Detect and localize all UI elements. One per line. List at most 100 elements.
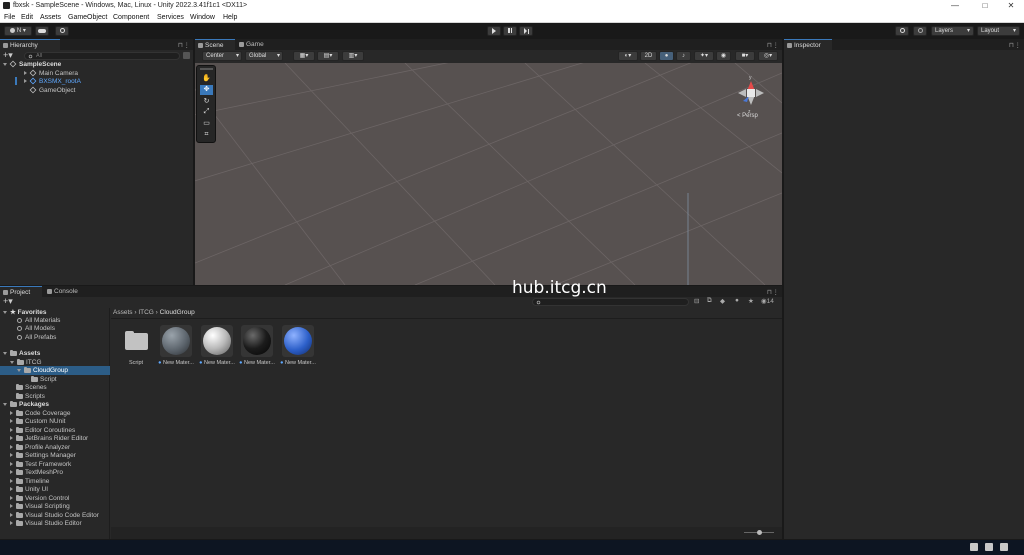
camera-dropdown[interactable]: ■▾	[735, 51, 755, 61]
menu-component[interactable]: Component	[113, 14, 149, 21]
package-item[interactable]: Visual Scripting	[10, 502, 70, 511]
more-options-icon[interactable]: ⋮	[773, 288, 780, 296]
favorite-all-prefabs[interactable]: All Prefabs	[17, 333, 56, 342]
expand-icon[interactable]	[10, 419, 13, 424]
account-dropdown[interactable]: N ▾	[4, 26, 32, 36]
expand-icon[interactable]	[10, 462, 13, 467]
2d-toggle[interactable]: 2D	[640, 51, 657, 61]
grid-snapping-button[interactable]: ▦▾	[293, 51, 315, 61]
breadcrumb-cloudgroup[interactable]: CloudGroup	[160, 309, 195, 316]
expand-icon[interactable]	[10, 496, 13, 501]
asset-store-icon[interactable]: ◆	[720, 297, 725, 305]
tab-scene[interactable]: Scene	[195, 39, 235, 50]
projection-label[interactable]: < Persp	[737, 113, 758, 119]
menu-edit[interactable]: Edit	[21, 14, 33, 21]
expand-icon[interactable]	[10, 487, 13, 492]
expand-icon[interactable]	[3, 310, 7, 314]
maximize-button[interactable]: □	[972, 1, 998, 11]
menu-window[interactable]: Window	[190, 14, 215, 21]
expand-icon[interactable]	[17, 368, 21, 372]
asset-material[interactable]: ● New Mater...	[157, 325, 195, 371]
tray-icon[interactable]	[985, 543, 993, 551]
audio-toggle[interactable]: ♪	[676, 51, 691, 61]
step-button[interactable]	[519, 26, 533, 36]
snap-increment-button[interactable]: ▤▾	[317, 51, 339, 61]
more-options-icon[interactable]: ⋮	[773, 41, 780, 49]
move-tool-icon[interactable]: ✥	[200, 85, 213, 95]
search-button[interactable]	[913, 26, 927, 36]
package-item[interactable]: Settings Manager	[10, 451, 76, 460]
assets-root[interactable]: Assets	[3, 349, 40, 358]
expand-icon[interactable]	[10, 411, 13, 416]
play-button[interactable]	[487, 26, 501, 36]
tray-icon[interactable]	[1000, 543, 1008, 551]
lock-icon[interactable]: ⊓	[178, 41, 183, 49]
more-options-icon[interactable]: ⋮	[1015, 41, 1022, 49]
star-icon[interactable]: ★	[748, 297, 754, 305]
tab-hierarchy[interactable]: Hierarchy	[0, 39, 60, 50]
hand-tool-icon[interactable]: ✋	[200, 74, 213, 84]
asset-material[interactable]: ● New Mater...	[198, 325, 236, 371]
layout-dropdown[interactable]: Layout ▾	[977, 26, 1020, 36]
filter-icon[interactable]	[183, 52, 190, 59]
scene-row[interactable]: SampleScene	[3, 60, 61, 69]
expand-icon[interactable]	[10, 453, 13, 458]
space-dropdown[interactable]: Global ▾	[245, 51, 283, 61]
menu-services[interactable]: Services	[157, 14, 184, 21]
services-button[interactable]	[55, 26, 69, 36]
draw-mode-button[interactable]: ◐▾	[618, 51, 638, 61]
lock-icon[interactable]: ⊓	[767, 288, 772, 296]
expand-icon[interactable]	[10, 445, 13, 450]
expand-icon[interactable]	[10, 360, 14, 364]
transform-tool-icon[interactable]: ⌗	[200, 131, 213, 141]
tray-icon[interactable]	[970, 543, 978, 551]
search-by-label-icon[interactable]: ⧉	[707, 297, 712, 305]
gizmos-dropdown[interactable]: ◎▾	[758, 51, 778, 61]
asset-script-folder[interactable]: Script	[117, 325, 155, 371]
search-by-type-icon[interactable]: ⊟	[694, 297, 699, 305]
expand-icon[interactable]	[10, 470, 13, 475]
menu-file[interactable]: File	[4, 14, 15, 21]
expand-icon[interactable]	[3, 351, 7, 355]
hierarchy-search-input[interactable]: All	[24, 52, 180, 60]
lock-icon[interactable]: ⊓	[767, 41, 772, 49]
package-item[interactable]: Visual Studio Editor	[10, 519, 82, 528]
expand-icon[interactable]	[10, 504, 13, 509]
tab-console[interactable]: Console	[44, 286, 86, 297]
rotate-tool-icon[interactable]: ↻	[200, 97, 213, 107]
orientation-gizmo-icon[interactable]: y z	[726, 71, 776, 117]
expand-icon[interactable]	[10, 513, 13, 518]
expand-icon[interactable]	[10, 521, 13, 526]
folder-cloudgroup[interactable]: CloudGroup	[17, 366, 68, 375]
hierarchy-item-bxsmx-roota[interactable]: BXSMX_rootA	[24, 77, 81, 86]
scene-viewport[interactable]: ✋ ✥ ↻ ⤢ ▭ ⌗ y z < Persp	[195, 63, 782, 285]
favorite-all-models[interactable]: All Models	[17, 324, 55, 333]
menu-help[interactable]: Help	[223, 14, 237, 21]
rect-tool-icon[interactable]: ▭	[200, 119, 213, 129]
more-options-icon[interactable]: ⋮	[184, 41, 191, 49]
pivot-dropdown[interactable]: Center ▾	[202, 51, 242, 61]
package-item[interactable]: Unity UI	[10, 485, 48, 494]
lock-icon[interactable]: ⊓	[1009, 41, 1014, 49]
expand-icon[interactable]	[24, 79, 27, 84]
minimize-button[interactable]: —	[942, 1, 968, 11]
cloud-button[interactable]	[35, 26, 49, 36]
history-button[interactable]	[895, 26, 909, 36]
view-options-button[interactable]: ▥▾	[342, 51, 364, 61]
hidden-packages-toggle[interactable]: ◉14	[761, 297, 774, 305]
asset-material[interactable]: ● New Mater...	[279, 325, 317, 371]
package-item[interactable]: JetBrains Rider Editor	[10, 434, 88, 443]
expand-icon[interactable]	[10, 479, 13, 484]
expand-icon[interactable]	[10, 436, 13, 441]
expand-icon[interactable]	[3, 62, 7, 66]
package-item[interactable]: TextMeshPro	[10, 468, 63, 477]
layers-dropdown[interactable]: Layers ▾	[931, 26, 974, 36]
package-item[interactable]: Custom NUnit	[10, 417, 65, 426]
expand-icon[interactable]	[10, 428, 13, 433]
hidden-objects-toggle[interactable]: ◉	[716, 51, 731, 61]
packages-root[interactable]: Packages	[3, 400, 49, 409]
expand-icon[interactable]	[24, 71, 27, 76]
hierarchy-item-gameobject[interactable]: GameObject	[29, 86, 76, 95]
info-filter-icon[interactable]: ●	[735, 297, 739, 304]
tab-game[interactable]: Game	[236, 39, 276, 50]
